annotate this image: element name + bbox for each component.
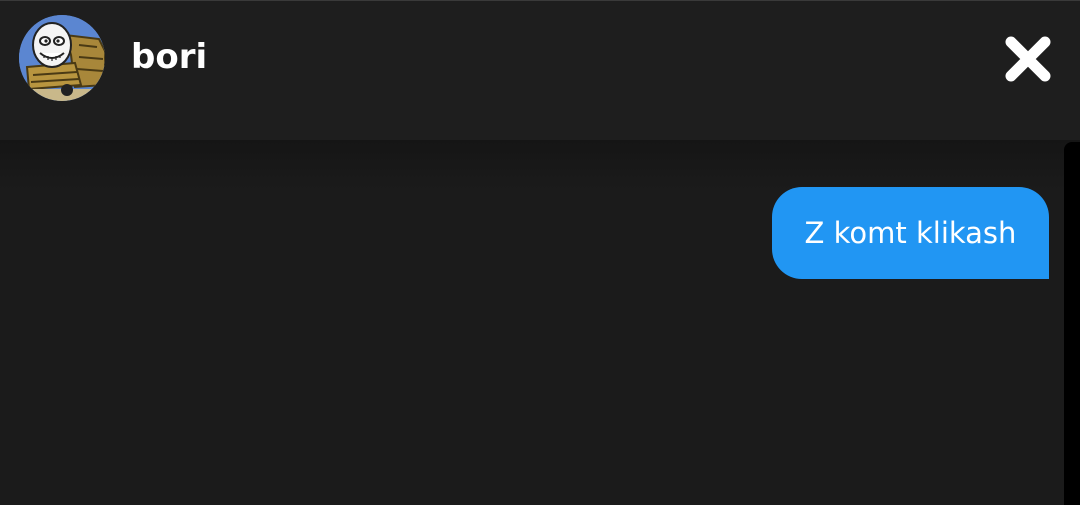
close-button[interactable] (996, 27, 1060, 91)
close-icon (1005, 36, 1051, 82)
cartoon-face-avatar-icon (19, 15, 105, 101)
chat-username: bori (131, 37, 208, 77)
avatar[interactable] (19, 15, 105, 101)
scrollbar[interactable] (1064, 142, 1080, 505)
message-text: Z komt klikash (804, 215, 1017, 250)
chat-header: bori (0, 0, 1080, 140)
message-bubble-sent[interactable]: Z komt klikash (772, 187, 1049, 279)
